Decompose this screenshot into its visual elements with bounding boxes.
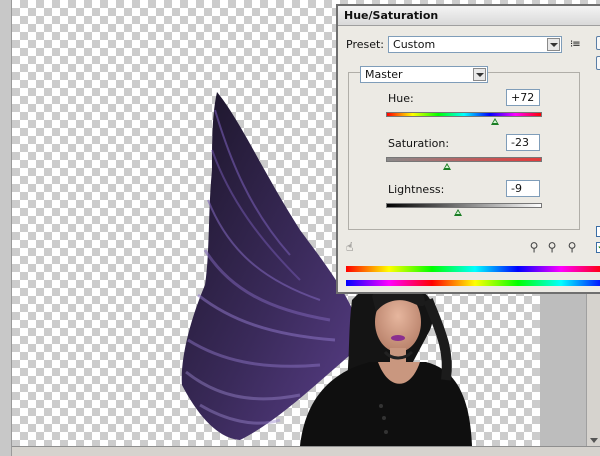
- lightness-label: Lightness:: [388, 183, 445, 196]
- preset-value: Custom: [393, 38, 436, 51]
- dropdown-arrow-icon[interactable]: [547, 38, 561, 51]
- hue-label: Hue:: [388, 92, 414, 105]
- hand-adjust-icon[interactable]: ☝: [346, 240, 364, 254]
- output-hue-bar: [346, 280, 600, 286]
- scroll-down-icon[interactable]: [590, 438, 598, 443]
- dialog-title[interactable]: Hue/Saturation: [338, 6, 600, 26]
- hue-input[interactable]: +72: [506, 89, 540, 106]
- eyedropper-plus-icon[interactable]: ⚲: [544, 240, 560, 254]
- preset-select[interactable]: Custom: [388, 36, 563, 53]
- channel-select[interactable]: Master: [360, 66, 488, 83]
- input-hue-bar: [346, 266, 600, 272]
- channel-value: Master: [365, 68, 403, 81]
- lightness-slider-thumb[interactable]: [453, 209, 462, 216]
- colorize-checkbox[interactable]: [596, 226, 600, 237]
- saturation-label: Saturation:: [388, 137, 450, 150]
- hue-slider[interactable]: [386, 112, 542, 117]
- saturation-slider[interactable]: [386, 157, 542, 162]
- ok-button[interactable]: [596, 36, 600, 50]
- hue-slider-thumb[interactable]: [491, 118, 500, 125]
- saturation-input[interactable]: -23: [506, 134, 540, 151]
- cancel-button[interactable]: [596, 56, 600, 70]
- eyedropper-icon[interactable]: ⚲: [526, 240, 542, 254]
- preset-row: Preset: Custom ⁝≡: [346, 36, 581, 53]
- lightness-slider[interactable]: [386, 203, 542, 208]
- lightness-input[interactable]: -9: [506, 180, 540, 197]
- list-options-icon[interactable]: ⁝≡: [570, 39, 581, 50]
- vertical-scrollbar[interactable]: [586, 292, 600, 446]
- eyedropper-minus-icon[interactable]: ⚲: [564, 240, 580, 254]
- preset-label: Preset:: [346, 38, 385, 51]
- preview-checkbox[interactable]: ✓: [596, 242, 600, 253]
- status-bar: [12, 446, 600, 456]
- dropdown-arrow-icon[interactable]: [473, 68, 486, 81]
- hue-saturation-dialog: Hue/Saturation Preset: Custom ⁝≡ Master …: [336, 4, 600, 294]
- saturation-slider-thumb[interactable]: [442, 163, 451, 170]
